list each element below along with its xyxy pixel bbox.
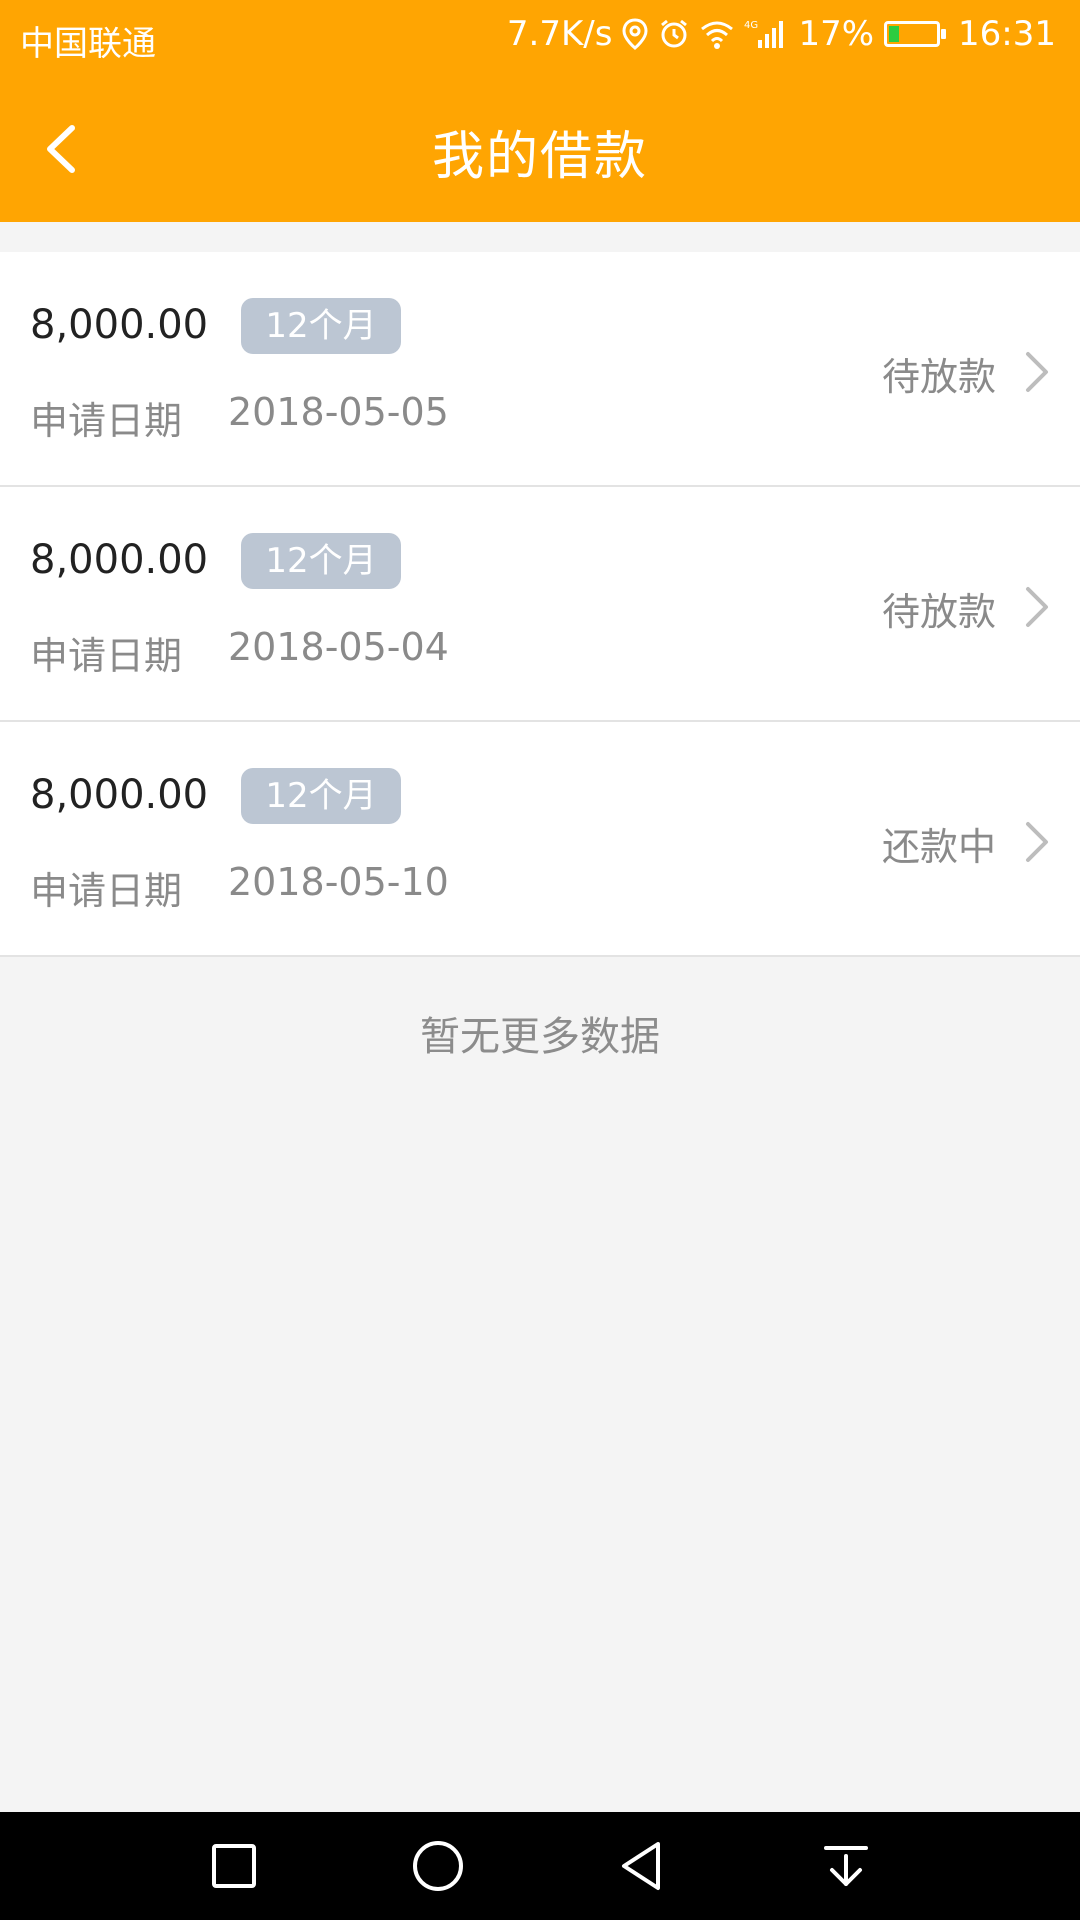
circle-icon: [413, 1841, 463, 1891]
apply-date: 2018-05-10: [228, 860, 449, 904]
loan-status: 还款中: [881, 825, 996, 869]
loan-item[interactable]: 8,000.00 12个月 申请日期 2018-05-10 还款中: [0, 722, 1080, 957]
triangle-back-icon: [622, 1842, 660, 1890]
net-speed: 7.7K/s: [506, 14, 613, 54]
pull-down-icon: [824, 1846, 868, 1886]
square-icon: [212, 1844, 256, 1888]
loan-list: 8,000.00 12个月 申请日期 2018-05-05 待放款 8,000.…: [0, 252, 1080, 957]
loan-term-badge: 12个月: [241, 768, 401, 824]
notification-pull-button[interactable]: [814, 1834, 878, 1898]
apply-date: 2018-05-04: [228, 625, 449, 669]
loan-amount: 8,000.00: [30, 302, 209, 348]
chevron-right-icon: [1026, 587, 1048, 627]
loan-amount: 8,000.00: [30, 772, 209, 818]
status-bar: 中国联通 7.7K/s 4G 17% 16:31: [0, 0, 1080, 76]
loan-status: 待放款: [881, 590, 996, 634]
apply-date: 2018-05-05: [228, 390, 449, 434]
signal-icon: 4G: [744, 20, 784, 48]
chevron-right-icon: [1026, 352, 1048, 392]
battery-percent: 17%: [798, 14, 875, 54]
app-header: 我的借款: [0, 76, 1080, 222]
apply-date-label: 申请日期: [30, 869, 183, 913]
navigation-bar: [0, 1812, 1080, 1920]
loan-item[interactable]: 8,000.00 12个月 申请日期 2018-05-04 待放款: [0, 487, 1080, 722]
status-icons: 7.7K/s 4G 17% 16:31: [507, 14, 1056, 54]
network-type: 4G: [744, 20, 758, 31]
loan-item[interactable]: 8,000.00 12个月 申请日期 2018-05-05 待放款: [0, 252, 1080, 487]
loan-term-badge: 12个月: [241, 298, 401, 354]
loan-term-badge: 12个月: [241, 533, 401, 589]
apply-date-label: 申请日期: [30, 634, 183, 678]
location-icon: [622, 18, 648, 50]
screen: 中国联通 7.7K/s 4G 17% 16:31 我的借款 8,000.00 1…: [0, 0, 1080, 1920]
page-title: 我的借款: [431, 127, 648, 187]
loan-status: 待放款: [881, 355, 996, 399]
chevron-right-icon: [1026, 822, 1048, 862]
alarm-icon: [661, 19, 688, 48]
apply-date-label: 申请日期: [30, 399, 183, 443]
battery-icon: [884, 21, 947, 47]
home-button[interactable]: [406, 1834, 470, 1898]
loan-amount: 8,000.00: [30, 537, 209, 583]
clock: 16:31: [958, 14, 1056, 54]
carrier-name: 中国联通: [20, 24, 156, 64]
wifi-icon: [701, 21, 734, 49]
back-nav-button[interactable]: [610, 1834, 674, 1898]
recent-apps-button[interactable]: [202, 1834, 266, 1898]
no-more-data-text: 暂无更多数据: [420, 1014, 660, 1060]
